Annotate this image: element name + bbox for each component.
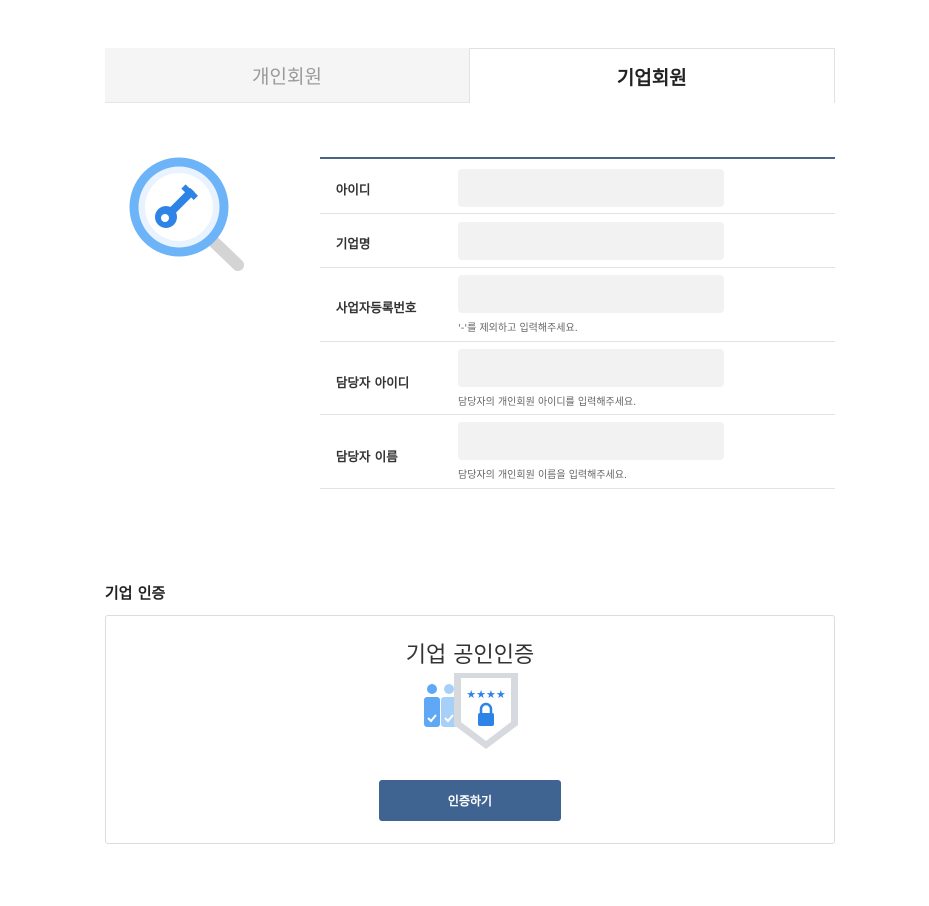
manager-id-hint: 담당자의 개인회원 아이디를 입력해주세요. bbox=[458, 397, 637, 408]
form-row-manager-name: 담당자 이름 담당자의 개인회원 이름을 입력해주세요. bbox=[320, 415, 835, 489]
tab-corporate-member[interactable]: 기업회원 bbox=[469, 48, 835, 103]
tab-personal-member[interactable]: 개인회원 bbox=[105, 48, 469, 103]
manager-id-input[interactable] bbox=[458, 349, 724, 387]
business-number-label: 사업자등록번호 bbox=[336, 300, 417, 315]
manager-name-input[interactable] bbox=[458, 422, 724, 460]
member-type-tabs: 개인회원 기업회원 bbox=[105, 48, 835, 103]
company-name-input[interactable] bbox=[458, 222, 724, 260]
id-input[interactable] bbox=[458, 169, 724, 207]
certify-button[interactable]: 인증하기 bbox=[379, 780, 561, 821]
manager-name-label: 담당자 이름 bbox=[336, 449, 398, 464]
key-magnifier-icon bbox=[129, 157, 244, 271]
form-row-business-number: 사업자등록번호 '-'를 제외하고 입력해주세요. bbox=[320, 268, 835, 342]
business-number-hint: '-'를 제외하고 입력해주세요. bbox=[458, 323, 578, 334]
form-row-id: 아이디 bbox=[320, 159, 835, 214]
form-row-company-name: 기업명 bbox=[320, 214, 835, 268]
corporate-member-form: 아이디 기업명 사업자등록번호 '-'를 제외하고 입력해주세요. 담당자 아이… bbox=[320, 157, 835, 489]
cert-stars: ★★★★ bbox=[466, 688, 506, 701]
company-name-label: 기업명 bbox=[336, 236, 371, 251]
certificate-shield-icon: ★★★★ bbox=[424, 673, 518, 749]
certification-section-title: 기업 인증 bbox=[105, 584, 166, 602]
manager-id-label: 담당자 아이디 bbox=[336, 375, 410, 390]
form-row-manager-id: 담당자 아이디 담당자의 개인회원 아이디를 입력해주세요. bbox=[320, 342, 835, 415]
business-number-input[interactable] bbox=[458, 275, 724, 313]
manager-name-hint: 담당자의 개인회원 이름을 입력해주세요. bbox=[458, 470, 628, 481]
id-label: 아이디 bbox=[336, 182, 371, 197]
certification-box: 기업 공인인증 ★★★★ 인증하기 bbox=[105, 615, 835, 844]
certification-heading: 기업 공인인증 bbox=[405, 643, 535, 668]
